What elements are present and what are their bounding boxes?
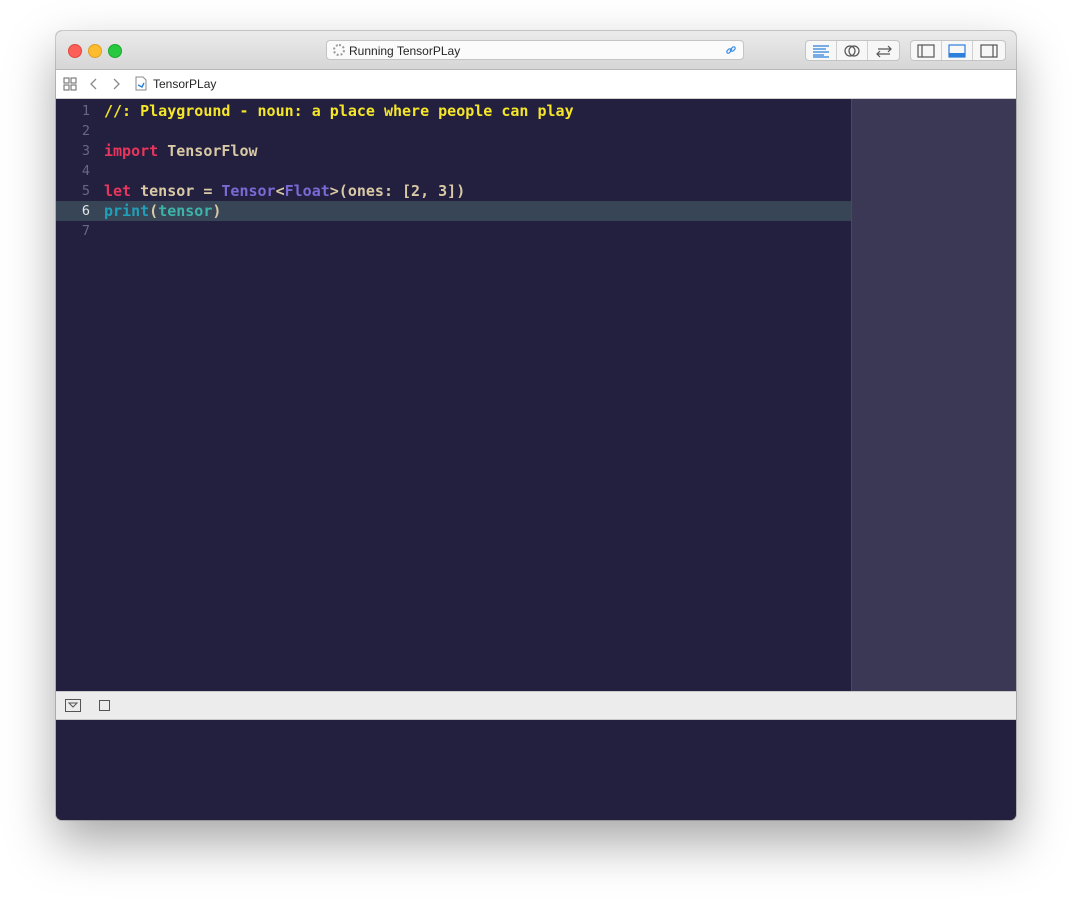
toggle-inspector-button[interactable] [973,41,1004,60]
line-number: 5 [81,183,90,199]
code-token-type: Float [284,182,330,200]
code-text: import TensorFlow [104,141,258,161]
jump-bar: TensorPLay [56,70,1016,99]
view-toggle-segmented-control [910,40,1006,61]
console-output-area[interactable] [56,720,1016,820]
line-number: 7 [81,223,90,239]
forward-chevron-icon[interactable] [111,77,121,91]
code-token-var: tensor [158,202,213,220]
xcode-playground-window: Running TensorPLay TensorPLay 1 //: Play… [56,31,1016,820]
results-sidebar [851,99,1016,691]
editor-mode-segmented-control [805,40,900,61]
version-editor-button[interactable] [868,41,899,60]
inspector-panel-icon [979,43,998,58]
code-text: print(tensor) [104,201,221,221]
line-number: 2 [81,123,90,139]
code-line[interactable]: 7 [56,221,851,241]
navigator-panel-icon [917,43,935,58]
playground-file-icon [135,76,147,91]
line-number: 1 [81,103,90,119]
standard-editor-button[interactable] [806,41,837,60]
line-number: 4 [81,163,90,179]
code-line[interactable]: 2 [56,121,851,141]
title-bar: Running TensorPLay [56,31,1016,70]
activity-status-text: Running TensorPLay [349,44,461,58]
activity-viewer: Running TensorPLay [326,40,744,60]
assistant-editor-icon [844,44,860,57]
version-editor-icon [875,45,892,57]
link-icon[interactable] [725,44,737,56]
related-items-grid-icon[interactable] [63,77,77,91]
close-window-button[interactable] [68,44,82,58]
code-token-kw: let [104,182,132,200]
toggle-navigator-button[interactable] [911,41,942,60]
hide-debug-area-icon[interactable] [65,699,81,712]
code-token-plain: tensor = [131,182,222,200]
minimize-window-button[interactable] [88,44,102,58]
code-line[interactable]: 4 [56,161,851,181]
code-line[interactable]: 3 import TensorFlow [56,141,851,161]
debug-panel-icon [948,43,966,58]
zoom-window-button[interactable] [108,44,122,58]
code-token-type: Tensor [221,182,276,200]
assistant-editor-button[interactable] [837,41,868,60]
line-number: 6 [81,203,90,219]
source-editor[interactable]: 1 //: Playground - noun: a place where pe… [56,99,851,691]
code-token-comment: //: Playground - noun: a place where peo… [104,102,574,120]
spinner-icon [333,44,345,56]
debug-bar [56,691,1016,720]
code-line[interactable]: 1 //: Playground - noun: a place where pe… [56,101,851,121]
line-number: 3 [81,143,90,159]
back-chevron-icon[interactable] [89,77,99,91]
breadcrumb-file-name[interactable]: TensorPLay [153,77,216,91]
code-token-plain: < [275,182,285,200]
code-token-plain: ) [212,202,222,220]
code-token-plain: >(ones: [2, 3]) [329,182,466,200]
toggle-debug-area-button[interactable] [942,41,973,60]
code-token-kw: import [104,142,159,160]
code-line[interactable]: 5 let tensor = Tensor<Float>(ones: [2, 3]… [56,181,851,201]
code-token-plain: TensorFlow [158,142,258,160]
code-token-func: print [104,202,150,220]
code-text: //: Playground - noun: a place where peo… [104,101,574,121]
stop-square-icon[interactable] [99,700,110,711]
code-token-plain: ( [149,202,159,220]
code-line[interactable]: 6 print(tensor) [56,201,851,221]
code-text: let tensor = Tensor<Float>(ones: [2, 3]) [104,181,465,201]
standard-editor-icon [813,44,829,58]
